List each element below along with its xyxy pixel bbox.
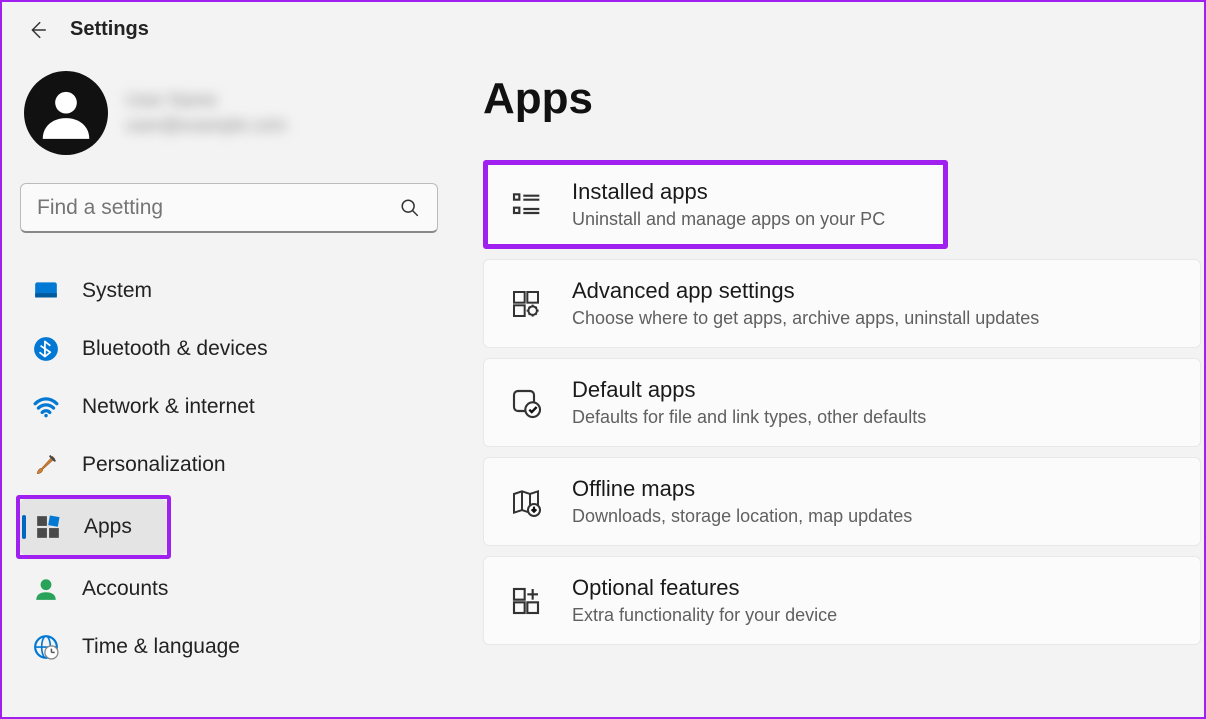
card-title: Advanced app settings <box>572 278 1039 304</box>
sidebar-item-label: System <box>82 279 152 303</box>
card-installed-apps[interactable]: Installed apps Uninstall and manage apps… <box>483 160 948 249</box>
profile-info: User Name user@example.com <box>126 88 286 138</box>
page-title: Apps <box>483 74 1204 124</box>
map-icon <box>508 484 544 520</box>
card-title: Offline maps <box>572 476 912 502</box>
search-icon <box>399 197 421 219</box>
add-feature-icon <box>508 583 544 619</box>
sidebar-item-apps[interactable]: Apps <box>20 499 167 555</box>
card-offline-maps[interactable]: Offline maps Downloads, storage location… <box>483 457 1201 546</box>
card-optional-features[interactable]: Optional features Extra functionality fo… <box>483 556 1201 645</box>
search-box[interactable] <box>20 183 438 233</box>
brush-icon <box>32 451 60 479</box>
sidebar-item-system[interactable]: System <box>18 263 437 319</box>
nav-list: System Bluetooth & devices Network & int… <box>18 263 437 675</box>
card-subtitle: Choose where to get apps, archive apps, … <box>572 308 1039 329</box>
globe-clock-icon <box>32 633 60 661</box>
app-gear-icon <box>508 286 544 322</box>
list-icon <box>508 187 544 223</box>
wifi-icon <box>32 393 60 421</box>
arrow-left-icon <box>26 19 48 41</box>
sidebar-item-label: Accounts <box>82 577 168 601</box>
avatar <box>24 71 108 155</box>
card-title: Optional features <box>572 575 837 601</box>
main-content: Apps Installed apps Uninstall and manage… <box>447 2 1204 717</box>
sidebar-item-network[interactable]: Network & internet <box>18 379 437 435</box>
sidebar-item-label: Bluetooth & devices <box>82 337 268 361</box>
default-apps-icon <box>508 385 544 421</box>
card-title: Default apps <box>572 377 926 403</box>
sidebar-item-label: Network & internet <box>82 395 255 419</box>
sidebar-item-personalization[interactable]: Personalization <box>18 437 437 493</box>
sidebar-item-time-language[interactable]: Time & language <box>18 619 437 675</box>
card-default-apps[interactable]: Default apps Defaults for file and link … <box>483 358 1201 447</box>
bluetooth-icon <box>32 335 60 363</box>
sidebar-item-label: Apps <box>84 515 132 539</box>
sidebar-item-label: Personalization <box>82 453 226 477</box>
app-title: Settings <box>70 18 149 41</box>
card-subtitle: Extra functionality for your device <box>572 605 837 626</box>
person-icon <box>35 82 97 144</box>
card-subtitle: Uninstall and manage apps on your PC <box>572 209 885 230</box>
apps-icon <box>34 513 62 541</box>
back-button[interactable] <box>26 19 48 41</box>
sidebar-item-bluetooth[interactable]: Bluetooth & devices <box>18 321 437 377</box>
card-advanced-app-settings[interactable]: Advanced app settings Choose where to ge… <box>483 259 1201 348</box>
card-title: Installed apps <box>572 179 885 205</box>
profile-block[interactable]: User Name user@example.com <box>24 71 437 155</box>
sidebar-item-label: Time & language <box>82 635 240 659</box>
accounts-icon <box>32 575 60 603</box>
card-subtitle: Downloads, storage location, map updates <box>572 506 912 527</box>
sidebar-item-accounts[interactable]: Accounts <box>18 561 437 617</box>
sidebar: Settings User Name user@example.com Syst… <box>2 2 447 717</box>
card-subtitle: Defaults for file and link types, other … <box>572 407 926 428</box>
search-input[interactable] <box>37 196 377 220</box>
system-icon <box>32 277 60 305</box>
